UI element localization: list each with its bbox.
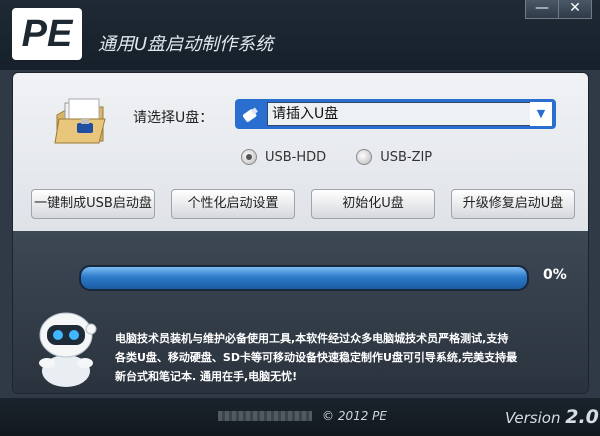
footer: © 2012 PE Version 2.0 (0, 398, 600, 436)
usb-select-label: 请选择U盘： (133, 110, 214, 126)
folder-usb-icon (54, 98, 106, 144)
repair-boot-usb-button[interactable]: 升级修复启动U盘 (451, 189, 575, 219)
robot-mascot-icon (39, 312, 97, 387)
window-controls: — ✕ (525, 0, 592, 19)
usb-select-value: 请插入U盘 (267, 102, 531, 126)
app-title: 通用U盘启动制作系统 (98, 34, 274, 55)
progress-bar (79, 265, 529, 291)
description-line-3: 新台式和笔记本. 通用在手,电脑无忧! (115, 370, 298, 383)
main-panel: 请选择U盘： 请插入U盘 ▼ USB-HDD USB-ZIP 一键制成USB启动… (12, 72, 589, 394)
progress-percent: 0% (543, 267, 567, 283)
radio-dot-usb-hdd[interactable] (241, 149, 257, 165)
radio-label-usb-hdd: USB-HDD (265, 149, 327, 165)
description-line-1: 电脑技术员装机与维护必备使用工具,本软件经过众多电脑城技术员严格测试,支持 (115, 332, 509, 345)
radio-usb-zip[interactable]: USB-ZIP (356, 149, 432, 165)
minimize-button[interactable]: — (525, 0, 559, 19)
version-label: Version (505, 409, 561, 427)
progress-fill (81, 267, 527, 289)
title-bar: PE 通用U盘启动制作系统 — ✕ (0, 0, 600, 70)
format-usb-button[interactable]: 初始化U盘 (311, 189, 435, 219)
description-line-2: 各类U盘、移动硬盘、SD卡等可移动设备快速稳定制作U盘可引导系统,完美支持最 (115, 351, 518, 364)
description-text: 电脑技术员装机与维护必备使用工具,本软件经过众多电脑城技术员严格测试,支持 各类… (115, 329, 577, 386)
radio-dot-usb-zip[interactable] (356, 149, 373, 165)
chevron-down-icon[interactable]: ▼ (530, 102, 552, 126)
status-area: 0% 电脑技术员装机与维护必备使用工具,本软件经过众多电脑城技术员严格测试,支持… (13, 231, 588, 393)
version-text: Version 2.0 (505, 406, 599, 428)
usb-drive-select[interactable]: 请插入U盘 ▼ (235, 99, 556, 129)
close-button[interactable]: ✕ (559, 0, 592, 19)
version-number: 2.0 (565, 406, 599, 428)
mode-radio-group: USB-HDD USB-ZIP (241, 149, 432, 165)
blurred-website-text (218, 411, 312, 421)
pe-logo: PE (12, 8, 82, 60)
usb-drive-icon (242, 107, 258, 122)
settings-area: 请选择U盘： 请插入U盘 ▼ USB-HDD USB-ZIP 一键制成USB启动… (13, 73, 588, 231)
radio-label-usb-zip: USB-ZIP (380, 149, 433, 165)
custom-boot-settings-button[interactable]: 个性化启动设置 (171, 189, 295, 219)
make-usb-boot-button[interactable]: 一键制成USB启动盘 (31, 189, 155, 219)
copyright-text: © 2012 PE (322, 409, 387, 423)
radio-usb-hdd[interactable]: USB-HDD (241, 149, 326, 165)
